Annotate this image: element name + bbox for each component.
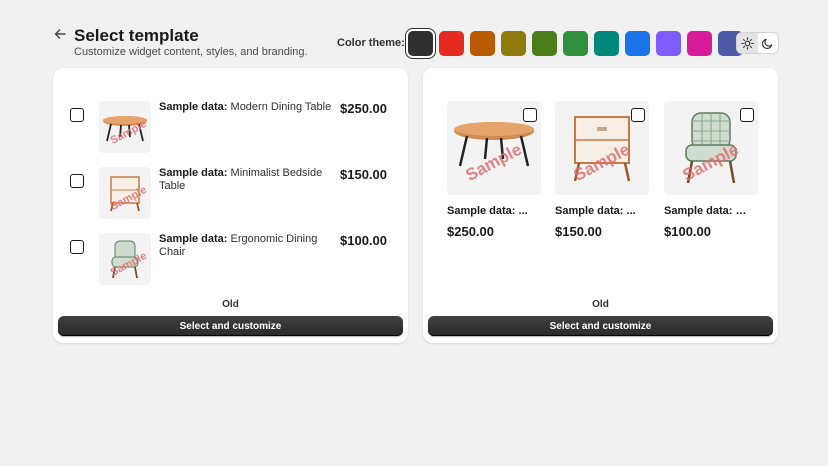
item-name: Sample data: Minimalist Bedside Table: [159, 167, 334, 193]
item-price: $250.00: [447, 224, 494, 239]
item-name: Sample data: ...: [447, 205, 528, 217]
color-swatch[interactable]: [594, 31, 619, 56]
item-price: $150.00: [340, 167, 387, 182]
back-arrow-icon[interactable]: [52, 26, 68, 42]
item-checkbox[interactable]: [70, 174, 84, 188]
item-checkbox[interactable]: [523, 108, 537, 122]
grid-item: Sample Sample data: ... $250.00: [447, 101, 541, 239]
color-swatches: [408, 31, 743, 56]
item-title: Modern Dining Table: [230, 101, 332, 113]
page-title: Select template: [74, 26, 199, 45]
product-image-bedside-table: Sample: [99, 167, 151, 219]
template-caption: Old: [592, 299, 609, 310]
product-image-chair: Sample: [664, 101, 758, 195]
product-image-table: Sample: [447, 101, 541, 195]
color-swatch[interactable]: [625, 31, 650, 56]
product-image-table: Sample: [99, 101, 151, 153]
color-swatch[interactable]: [501, 31, 526, 56]
color-swatch[interactable]: [656, 31, 681, 56]
item-price: $250.00: [340, 101, 387, 116]
item-price: $150.00: [555, 224, 602, 239]
item-name: Sample data: ...: [555, 205, 636, 217]
grid-item: Sample Sample data: E... $100.00: [664, 101, 758, 239]
item-price: $100.00: [340, 233, 387, 248]
template-caption: Old: [222, 299, 239, 310]
product-image-chair: Sample: [99, 233, 151, 285]
item-checkbox[interactable]: [740, 108, 754, 122]
template-card-grid[interactable]: Sample Sample data: ... $250.00 Sample S…: [423, 68, 778, 343]
color-swatch[interactable]: [408, 31, 433, 56]
list-item: Sample Sample data: Minimalist Bedside T…: [53, 167, 408, 219]
list-item: Sample Sample data: Ergonomic Dining Cha…: [53, 233, 408, 285]
color-swatch[interactable]: [470, 31, 495, 56]
color-swatch[interactable]: [439, 31, 464, 56]
item-checkbox[interactable]: [631, 108, 645, 122]
select-and-customize-button[interactable]: Select and customize: [58, 316, 403, 336]
item-label: Sample data:: [159, 233, 228, 245]
list-item: Sample Sample data: Modern Dining Table …: [53, 101, 408, 153]
template-card-list[interactable]: Sample Sample data: Modern Dining Table …: [53, 68, 408, 343]
color-swatch[interactable]: [532, 31, 557, 56]
item-label: Sample data:: [159, 101, 228, 113]
color-swatch[interactable]: [563, 31, 588, 56]
page-subtitle: Customize widget content, styles, and br…: [74, 46, 308, 58]
theme-mode-toggle: [736, 32, 779, 54]
sun-icon[interactable]: [737, 33, 758, 53]
watermark-text: Sample: [463, 140, 525, 185]
item-name: Sample data: E...: [664, 205, 752, 217]
grid-item: Sample Sample data: ... $150.00: [555, 101, 649, 239]
item-name: Sample data: Ergonomic Dining Chair: [159, 233, 334, 259]
color-theme-label: Color theme:: [337, 37, 405, 49]
item-checkbox[interactable]: [70, 108, 84, 122]
item-price: $100.00: [664, 224, 711, 239]
item-name: Sample data: Modern Dining Table: [159, 101, 334, 114]
select-and-customize-button[interactable]: Select and customize: [428, 316, 773, 336]
item-checkbox[interactable]: [70, 240, 84, 254]
moon-icon[interactable]: [758, 33, 779, 53]
product-image-bedside-table: Sample: [555, 101, 649, 195]
color-swatch[interactable]: [687, 31, 712, 56]
item-label: Sample data:: [159, 167, 228, 179]
